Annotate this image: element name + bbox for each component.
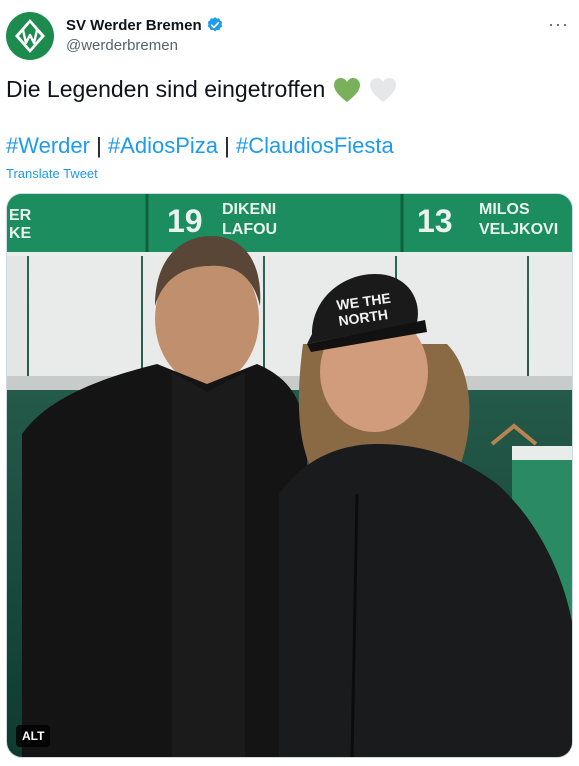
- banner-mid-name-line2: LAFOU: [222, 221, 277, 238]
- verified-badge-icon: [207, 17, 222, 32]
- banner-right-number: 13: [417, 203, 453, 239]
- white-heart-icon: [370, 77, 397, 102]
- banner-mid-number: 19: [167, 203, 203, 239]
- tweet-photo[interactable]: ER KE 19 DIKENI LAFOU 13 MILOS VELJKOVI …: [6, 193, 573, 758]
- author-handle[interactable]: @werderbremen: [66, 37, 224, 54]
- werder-w-logo-icon: [15, 19, 45, 53]
- banner-mid-name-line1: DIKENI: [222, 201, 276, 218]
- hashtag-separator: |: [224, 133, 230, 158]
- hashtag-line: #Werder | #AdiosPiza | #ClaudiosFiesta: [6, 133, 394, 159]
- person-left-coat: [22, 364, 307, 757]
- translate-tweet-link[interactable]: Translate Tweet: [6, 166, 98, 181]
- banner-left-text-line2: KE: [9, 225, 32, 242]
- locker-door: [29, 256, 141, 376]
- author-avatar[interactable]: [6, 12, 54, 60]
- green-heart-icon: [334, 77, 361, 102]
- locker-door: [529, 256, 572, 376]
- tweet-header: SV Werder Bremen @werderbremen ···: [6, 12, 573, 62]
- hashtag-adiospiza[interactable]: #AdiosPiza: [108, 133, 218, 158]
- hashtag-claudiosfiesta[interactable]: #ClaudiosFiesta: [236, 133, 394, 158]
- author-name-row[interactable]: SV Werder Bremen: [66, 16, 224, 34]
- banner-left-text-line1: ER: [9, 207, 32, 224]
- tweet-text-content: Die Legenden sind eingetroffen: [6, 76, 326, 102]
- banner-right-name-line1: MILOS: [479, 201, 530, 218]
- banner-right-name-line2: VELJKOVI: [479, 221, 558, 238]
- more-options-button[interactable]: ···: [548, 14, 569, 35]
- author-display-name[interactable]: SV Werder Bremen: [66, 17, 202, 34]
- hashtag-werder[interactable]: #Werder: [6, 133, 90, 158]
- locker-room-photo: ER KE 19 DIKENI LAFOU 13 MILOS VELJKOVI …: [7, 194, 572, 757]
- hashtag-separator: |: [96, 133, 102, 158]
- tweet-text: Die Legenden sind eingetroffen: [6, 76, 397, 103]
- alt-text-badge[interactable]: ALT: [16, 725, 51, 747]
